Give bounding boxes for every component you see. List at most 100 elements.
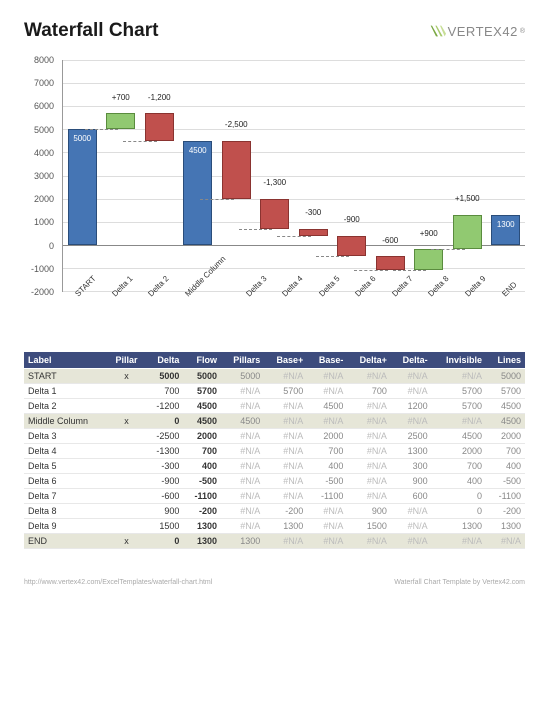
cell: -200 xyxy=(486,504,525,519)
cell: 5000 xyxy=(486,369,525,384)
cell: START xyxy=(24,369,108,384)
cell: Delta 3 xyxy=(24,429,108,444)
cell: -1100 xyxy=(307,489,347,504)
col-header: Lines xyxy=(486,352,525,369)
logo-text: VERTEX42 xyxy=(448,24,518,39)
cell: #N/A xyxy=(347,489,391,504)
bar-pillar: 4500 xyxy=(183,141,212,245)
bar-value-label: -1,200 xyxy=(148,93,171,102)
x-axis-labels: STARTDelta 1Delta 2Middle ColumnDelta 3D… xyxy=(62,292,525,330)
bar-slot: -1,200 xyxy=(140,60,179,291)
bar-value-label: -2,500 xyxy=(225,120,248,129)
cell: 4500 xyxy=(183,414,221,429)
cell: 1500 xyxy=(145,519,183,534)
cell: 900 xyxy=(347,504,391,519)
bar-pos xyxy=(106,113,135,129)
cell: #N/A xyxy=(221,384,264,399)
cell: #N/A xyxy=(347,534,391,549)
bar-value-label: -300 xyxy=(305,208,321,217)
cell: 4500 xyxy=(183,399,221,414)
bar-value-label: +900 xyxy=(420,229,438,238)
cell: -500 xyxy=(307,474,347,489)
cell: END xyxy=(24,534,108,549)
cell: #N/A xyxy=(264,399,307,414)
bar-pos xyxy=(414,249,443,270)
table-body: STARTx500050005000#N/A#N/A#N/A#N/A#N/A50… xyxy=(24,369,525,549)
cell xyxy=(108,459,145,474)
col-header: Pillar xyxy=(108,352,145,369)
y-axis: -2000-1000010002000300040005000600070008… xyxy=(24,60,58,292)
connector xyxy=(316,256,350,257)
cell: #N/A xyxy=(221,429,264,444)
cell: Delta 5 xyxy=(24,459,108,474)
cell: 1300 xyxy=(183,519,221,534)
cell: 1300 xyxy=(264,519,307,534)
cell: x xyxy=(108,369,145,384)
cell: 2000 xyxy=(432,444,486,459)
bar-value-label: +1,500 xyxy=(455,194,480,203)
table-row: Delta 6-900-500#N/A#N/A-500#N/A900400-50… xyxy=(24,474,525,489)
cell: 300 xyxy=(391,459,432,474)
cell: 700 xyxy=(307,444,347,459)
cell: 700 xyxy=(347,384,391,399)
cell: -600 xyxy=(145,489,183,504)
bar-neg xyxy=(376,256,405,270)
cell: 5700 xyxy=(264,384,307,399)
cell: #N/A xyxy=(391,504,432,519)
table-row: Delta 8900-200#N/A-200#N/A900#N/A0-200 xyxy=(24,504,525,519)
cell: -1100 xyxy=(486,489,525,504)
bar-value-label: +700 xyxy=(112,93,130,102)
cell: #N/A xyxy=(307,504,347,519)
connector xyxy=(200,199,234,200)
bar-neg xyxy=(299,229,328,236)
cell: #N/A xyxy=(347,369,391,384)
cell: #N/A xyxy=(307,384,347,399)
cell: -300 xyxy=(145,459,183,474)
cell: 0 xyxy=(432,489,486,504)
bar-neg xyxy=(222,141,251,199)
y-tick: -1000 xyxy=(31,264,54,274)
cell: #N/A xyxy=(391,369,432,384)
cell: #N/A xyxy=(221,459,264,474)
col-header: Pillars xyxy=(221,352,264,369)
bar-value-label: -600 xyxy=(382,236,398,245)
cell: 5000 xyxy=(145,369,183,384)
table-row: Delta 2-12004500#N/A#N/A4500#N/A12005700… xyxy=(24,399,525,414)
cell: 4500 xyxy=(221,414,264,429)
y-tick: 4000 xyxy=(34,148,54,158)
page-title: Waterfall Chart xyxy=(24,20,158,42)
y-tick: 7000 xyxy=(34,78,54,88)
cell xyxy=(108,444,145,459)
cell: 1300 xyxy=(432,519,486,534)
cell: 4500 xyxy=(307,399,347,414)
cell: 700 xyxy=(486,444,525,459)
cell: -200 xyxy=(264,504,307,519)
logo-tm: ® xyxy=(520,28,525,35)
cell: 4500 xyxy=(486,414,525,429)
table-row: ENDx013001300#N/A#N/A#N/A#N/A#N/A#N/A xyxy=(24,534,525,549)
cell: 5700 xyxy=(432,399,486,414)
col-header: Base- xyxy=(307,352,347,369)
cell: #N/A xyxy=(347,459,391,474)
col-header: Delta xyxy=(145,352,183,369)
header: Waterfall Chart VERTEX42 ® xyxy=(24,20,525,42)
connector xyxy=(431,249,465,250)
cell: -1100 xyxy=(183,489,221,504)
bar-pos xyxy=(453,215,482,250)
cell: #N/A xyxy=(307,519,347,534)
cell: #N/A xyxy=(221,474,264,489)
cell: 2000 xyxy=(486,429,525,444)
cell: 900 xyxy=(145,504,183,519)
y-tick: 6000 xyxy=(34,101,54,111)
cell: 5700 xyxy=(432,384,486,399)
bar-value-label: -900 xyxy=(344,215,360,224)
cell xyxy=(108,504,145,519)
footer-link: http://www.vertex42.com/ExcelTemplates/w… xyxy=(24,579,212,586)
cell: -1300 xyxy=(145,444,183,459)
col-header: Delta- xyxy=(391,352,432,369)
cell xyxy=(108,489,145,504)
y-tick: 8000 xyxy=(34,55,54,65)
table-row: Delta 3-25002000#N/A#N/A2000#N/A25004500… xyxy=(24,429,525,444)
table-header-row: LabelPillarDeltaFlowPillarsBase+Base-Del… xyxy=(24,352,525,369)
bar-value-label: 1300 xyxy=(497,220,515,229)
